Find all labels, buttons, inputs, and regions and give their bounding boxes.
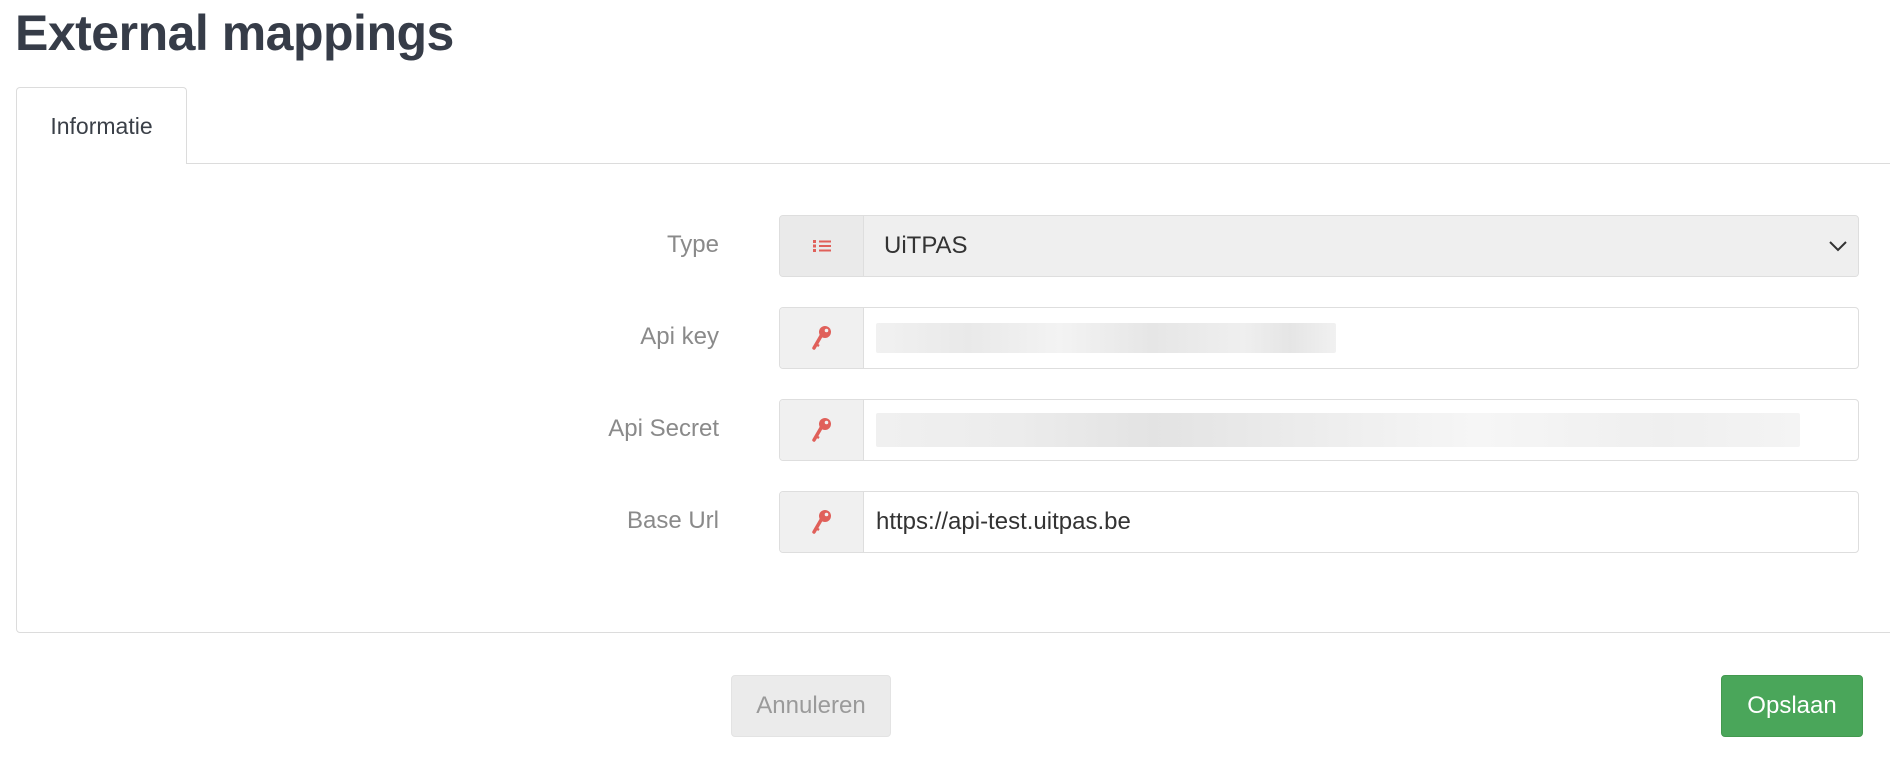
cancel-button[interactable]: Annuleren	[731, 675, 891, 737]
save-button[interactable]: Opslaan	[1721, 675, 1863, 737]
type-select[interactable]: UiTPAS	[864, 216, 1858, 276]
api-secret-label: Api Secret	[608, 415, 719, 442]
api-key-label: Api key	[640, 323, 719, 350]
tab-informatie-label: Informatie	[50, 112, 153, 139]
chevron-down-icon	[1829, 241, 1847, 252]
masked-api-secret	[876, 413, 1800, 447]
tab-panel: Type UiTPAS Api key Api Secret Base Url …	[16, 163, 1890, 633]
base-url-value: https://api-test.uitpas.be	[876, 508, 1131, 535]
api-secret-input[interactable]	[864, 400, 1858, 460]
api-key-group	[779, 307, 1859, 369]
list-icon	[780, 216, 864, 276]
base-url-label: Base Url	[626, 507, 719, 534]
page-title: External mappings	[15, 5, 454, 61]
api-secret-group	[779, 399, 1859, 461]
type-label: Type	[666, 231, 719, 258]
type-select-value: UiTPAS	[884, 232, 968, 259]
key-icon	[780, 492, 864, 552]
tab-informatie[interactable]: Informatie	[16, 87, 187, 164]
masked-api-key	[876, 323, 1336, 353]
base-url-input[interactable]: https://api-test.uitpas.be	[864, 492, 1858, 552]
key-icon	[780, 400, 864, 460]
key-icon	[780, 308, 864, 368]
type-select-group[interactable]: UiTPAS	[779, 215, 1859, 277]
api-key-input[interactable]	[864, 308, 1858, 368]
base-url-group: https://api-test.uitpas.be	[779, 491, 1859, 553]
